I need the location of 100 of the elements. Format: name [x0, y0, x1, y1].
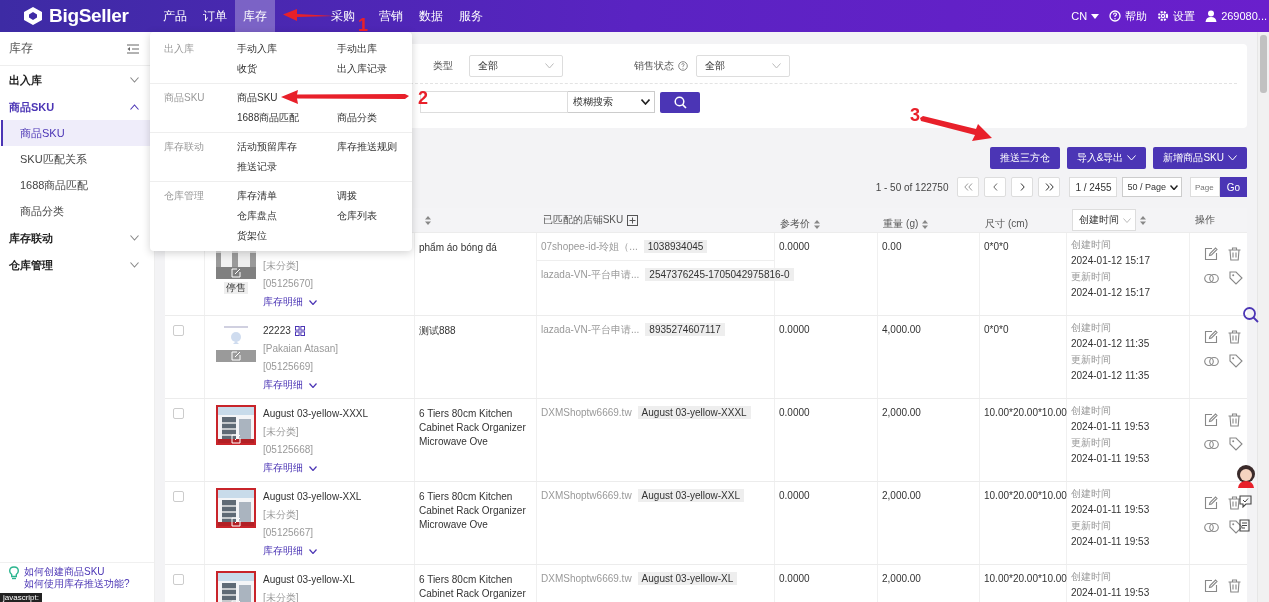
search-button[interactable] — [660, 91, 700, 113]
page-input[interactable]: Page — [1190, 177, 1220, 197]
logo-text[interactable]: BigSeller — [49, 5, 129, 27]
edit-image-button[interactable] — [230, 516, 242, 527]
size-cell: 10.00*20.00*10.00 — [984, 407, 1067, 418]
row-checkbox[interactable] — [173, 408, 184, 419]
scrollbar-thumb[interactable] — [1260, 35, 1267, 93]
edit-image-button[interactable] — [230, 433, 242, 444]
menu-item[interactable]: 出入库记录 — [337, 59, 387, 79]
menu-item[interactable]: 库存清单 — [237, 186, 277, 206]
menu-item[interactable]: 仓库列表 — [337, 206, 377, 226]
menu-item[interactable]: 库存推送规则 — [337, 137, 397, 157]
delete-icon[interactable] — [1228, 247, 1241, 261]
stock-detail-link[interactable]: 库存明细 — [263, 459, 369, 477]
menu-item[interactable]: 1688商品匹配 — [237, 108, 300, 128]
sort-icon[interactable] — [814, 219, 821, 229]
nav-tab[interactable]: 订单 — [195, 0, 235, 32]
filter-dropdown[interactable]: 全部 — [469, 55, 563, 77]
row-checkbox[interactable] — [173, 325, 184, 336]
edit-icon[interactable] — [1204, 413, 1218, 427]
stock-detail-link[interactable]: 库存明细 — [263, 376, 339, 394]
help-link[interactable]: 帮助 — [1109, 8, 1148, 24]
sort-icon[interactable] — [1140, 215, 1147, 225]
edit-icon[interactable] — [1204, 579, 1218, 593]
sidebar-item[interactable]: SKU匹配关系 — [1, 146, 152, 172]
menu-item[interactable]: 商品分类 — [337, 108, 377, 128]
support-avatar-icon[interactable] — [1235, 464, 1257, 488]
page-size-dropdown[interactable]: 50 / Page — [1122, 177, 1182, 197]
edit-icon[interactable] — [1204, 496, 1218, 510]
last-page-button[interactable] — [1038, 177, 1061, 197]
delete-icon[interactable] — [1228, 330, 1241, 344]
sidebar-group[interactable]: 商品SKU — [0, 94, 154, 120]
column-header[interactable]: 重量 (g) — [883, 217, 929, 231]
category-text: [未分类] — [263, 508, 300, 522]
language-selector[interactable]: CN — [1071, 10, 1100, 22]
settings-link[interactable]: 设置 — [1157, 8, 1196, 24]
go-button[interactable]: Go — [1220, 177, 1247, 197]
search-icon[interactable] — [1243, 307, 1259, 323]
row-checkbox[interactable] — [173, 574, 184, 585]
menu-item[interactable]: 手动入库 — [237, 39, 277, 59]
edit-icon[interactable] — [1204, 330, 1218, 344]
sidebar-item[interactable]: 商品分类 — [1, 198, 152, 224]
notes-icon[interactable] — [1239, 519, 1251, 532]
user-menu[interactable]: 269080... — [1205, 10, 1267, 22]
search-field[interactable] — [420, 91, 568, 113]
tag-icon[interactable] — [1229, 437, 1243, 451]
tag-icon[interactable] — [1229, 271, 1243, 285]
sidebar-item[interactable]: 1688商品匹配 — [1, 172, 152, 198]
collapse-sidebar-icon[interactable] — [127, 43, 139, 54]
nav-tab[interactable]: 产品 — [155, 0, 195, 32]
delete-icon[interactable] — [1228, 496, 1241, 510]
help-link[interactable]: 如何创建商品SKU — [24, 566, 105, 578]
nav-tab[interactable]: 采购 — [331, 0, 355, 32]
toolbar-button[interactable]: 推送三方仓 — [989, 147, 1060, 169]
nav-tab[interactable]: 服务 — [451, 0, 491, 32]
link-icon[interactable] — [1204, 355, 1219, 367]
help-icon[interactable] — [678, 61, 688, 71]
stock-detail-link[interactable]: 库存明细 — [263, 293, 317, 311]
delete-icon[interactable] — [1228, 579, 1241, 593]
nav-tab[interactable]: 数据 — [411, 0, 451, 32]
tag-icon[interactable] — [1229, 520, 1243, 534]
feedback-icon[interactable] — [1239, 495, 1252, 508]
menu-item[interactable]: 收货 — [237, 59, 257, 79]
sort-icon[interactable] — [922, 219, 929, 229]
menu-item[interactable]: 活动预留库存 — [237, 137, 297, 157]
sidebar-group[interactable]: 库存联动 — [0, 225, 154, 251]
add-icon[interactable] — [627, 214, 639, 226]
next-page-button[interactable] — [1011, 177, 1034, 197]
edit-image-button[interactable] — [230, 267, 242, 278]
column-header[interactable]: 参考价 — [780, 217, 821, 231]
menu-item[interactable]: 仓库盘点 — [237, 206, 277, 226]
menu-item[interactable]: 手动出库 — [337, 39, 377, 59]
link-icon[interactable] — [1204, 521, 1219, 533]
nav-tab[interactable]: 库存 — [235, 0, 275, 32]
menu-item[interactable]: 商品SKU — [237, 88, 278, 108]
sku-name: August 03-yellow-XXL — [263, 490, 362, 504]
menu-item[interactable]: 货架位 — [237, 226, 267, 246]
sidebar-group[interactable]: 仓库管理 — [0, 252, 154, 278]
column-header[interactable]: 已匹配的店铺SKU — [542, 213, 639, 227]
menu-item[interactable]: 推送记录 — [237, 157, 277, 177]
toolbar-button[interactable]: 新增商品SKU — [1153, 147, 1247, 169]
sidebar-item[interactable]: 商品SKU — [1, 120, 152, 146]
search-mode-dropdown[interactable]: 模糊搜索 — [568, 91, 655, 113]
sidebar-group[interactable]: 出入库 — [0, 67, 154, 93]
tag-icon[interactable] — [1229, 354, 1243, 368]
shop-sku-tag: 2547376245-1705042975816-0 — [645, 268, 794, 281]
menu-item[interactable]: 调拨 — [337, 186, 357, 206]
toolbar-button[interactable]: 导入&导出 — [1066, 147, 1147, 169]
help-link[interactable]: 如何使用库存推送功能? — [24, 578, 130, 590]
nav-tab[interactable]: 营销 — [371, 0, 411, 32]
edit-image-button[interactable] — [230, 350, 242, 361]
edit-icon[interactable] — [1204, 247, 1218, 261]
grid-icon[interactable] — [294, 326, 305, 336]
link-icon[interactable] — [1204, 272, 1219, 284]
row-checkbox[interactable] — [173, 491, 184, 502]
stock-detail-link[interactable]: 库存明细 — [263, 542, 362, 560]
delete-icon[interactable] — [1228, 413, 1241, 427]
link-icon[interactable] — [1204, 438, 1219, 450]
sort-icon[interactable] — [424, 215, 431, 225]
filter-dropdown[interactable]: 全部 — [696, 55, 790, 77]
